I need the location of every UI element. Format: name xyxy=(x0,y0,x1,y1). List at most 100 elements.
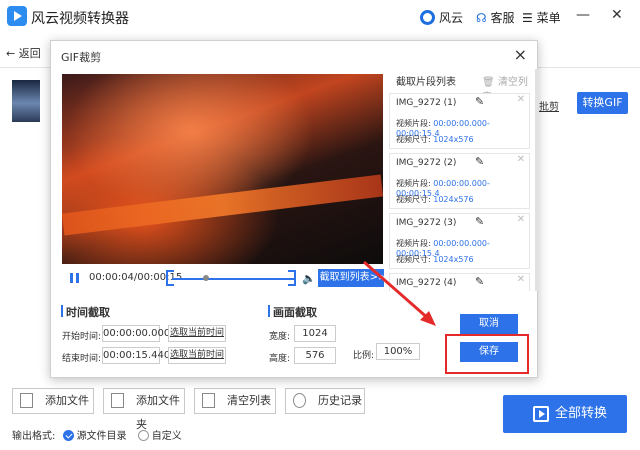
time-section-title: 时间截取 xyxy=(61,305,110,319)
brand-button[interactable]: 风云 xyxy=(420,9,463,26)
clip-segment-label: 视频片段: xyxy=(396,119,431,128)
radio-unchecked-icon xyxy=(137,430,149,441)
option-custom-label: 自定义 xyxy=(151,431,182,442)
app-title: 风云视频转换器 xyxy=(31,11,129,27)
gif-crop-dialog: GIF裁剪 × 00:00:04/00:00:15 🔈 截取到列表>> 截取片段… xyxy=(50,40,538,378)
clip-item[interactable]: IMG_9272 (4) ✎ ✕ xyxy=(389,273,530,291)
video-thumbnail[interactable] xyxy=(12,80,40,122)
seek-fill xyxy=(172,278,294,280)
back-button[interactable]: ← 返回 xyxy=(6,45,41,61)
menu-label: 菜单 xyxy=(536,11,561,25)
convert-gif-button[interactable]: 转换GIF xyxy=(577,92,628,114)
clip-size-value: 1024x576 xyxy=(433,255,474,264)
end-time-label: 结束时间: xyxy=(62,354,102,364)
app-logo-icon xyxy=(7,6,27,26)
volume-icon[interactable]: 🔈 xyxy=(302,272,316,285)
end-time-field[interactable]: 00:00:15.440 xyxy=(102,347,170,364)
start-time-label: 开始时间: xyxy=(62,332,102,342)
back-arrow-icon: ← xyxy=(6,47,16,60)
history-button[interactable]: 历史记录 xyxy=(285,388,365,414)
clip-list-title: 截取片段列表 xyxy=(396,77,456,88)
clock-icon xyxy=(293,393,306,408)
add-file-label: 添加文件 xyxy=(45,394,89,407)
clip-segment-label: 视频片段: xyxy=(396,179,431,188)
trash-icon: 🗑 xyxy=(482,77,495,88)
clip-item[interactable]: IMG_9272 (2) ✎ ✕ 视频片段: 00:00:00.000-00:0… xyxy=(389,153,530,209)
add-folder-icon xyxy=(111,393,124,408)
convert-all-label: 全部转换 xyxy=(555,406,608,421)
player-controls: 00:00:04/00:00:15 🔈 截取到列表>> xyxy=(62,267,388,291)
width-field[interactable]: 1024 xyxy=(294,325,336,342)
radio-checked-icon xyxy=(62,430,74,441)
service-label: 客服 xyxy=(490,11,515,25)
clip-name: IMG_9272 (4) xyxy=(396,278,457,288)
option-source-dir[interactable]: 源文件目录 xyxy=(62,430,127,442)
output-format-label: 输出格式: xyxy=(12,431,56,442)
add-folder-button[interactable]: 添加文件夹 xyxy=(103,388,185,431)
height-field[interactable]: 576 xyxy=(294,347,336,364)
output-format-row: 输出格式: 源文件目录 自定义 xyxy=(12,427,182,442)
brand-circle-icon xyxy=(420,10,435,25)
add-file-icon xyxy=(20,393,33,408)
window-close-button[interactable]: ✕ xyxy=(611,7,623,23)
remove-clip-icon[interactable]: ✕ xyxy=(517,274,525,285)
clip-size-row: 视频尺寸: 1024x576 xyxy=(396,254,474,265)
pick-start-time-button[interactable]: 选取当前时间 xyxy=(168,325,226,342)
clip-size-label: 视频尺寸: xyxy=(396,255,431,264)
cut-link[interactable]: 批剪 xyxy=(539,98,559,113)
seek-thumb[interactable] xyxy=(203,275,210,281)
clip-name: IMG_9272 (2) xyxy=(396,158,457,168)
width-label: 宽度: xyxy=(269,332,291,342)
dialog-title: GIF裁剪 xyxy=(61,51,102,64)
range-end-handle[interactable] xyxy=(288,270,296,286)
clip-size-row: 视频尺寸: 1024x576 xyxy=(396,194,474,205)
remove-clip-icon[interactable]: ✕ xyxy=(517,214,525,225)
remove-clip-icon[interactable]: ✕ xyxy=(517,94,525,105)
save-highlight-box xyxy=(445,334,529,374)
edit-pencil-icon[interactable]: ✎ xyxy=(475,215,484,228)
clear-list-button[interactable]: 清空列表 xyxy=(194,388,276,414)
clip-size-label: 视频尺寸: xyxy=(396,195,431,204)
clip-item[interactable]: IMG_9272 (1) ✎ ✕ 视频片段: 00:00:00.000-00:0… xyxy=(389,93,530,149)
clip-size-label: 视频尺寸: xyxy=(396,135,431,144)
clip-size-value: 1024x576 xyxy=(433,135,474,144)
option-custom[interactable]: 自定义 xyxy=(137,430,182,442)
clip-name: IMG_9272 (1) xyxy=(396,98,457,108)
clip-item[interactable]: IMG_9272 (3) ✎ ✕ 视频片段: 00:00:00.000-00:0… xyxy=(389,213,530,269)
clip-list-panel: 截取片段列表 🗑 清空列表 IMG_9272 (1) ✎ ✕ 视频片段: 00:… xyxy=(384,69,534,291)
play-square-icon xyxy=(533,406,549,422)
menu-icon: ☰ xyxy=(522,11,533,25)
edit-pencil-icon[interactable]: ✎ xyxy=(475,95,484,108)
cut-to-list-button[interactable]: 截取到列表>> xyxy=(318,269,388,287)
option-source-label: 源文件目录 xyxy=(76,431,127,442)
ratio-label: 比例: xyxy=(353,351,375,361)
seek-track[interactable] xyxy=(172,275,294,281)
edit-pencil-icon[interactable]: ✎ xyxy=(475,155,484,168)
video-preview[interactable] xyxy=(62,74,383,264)
clear-list-label: 清空列表 xyxy=(227,394,271,407)
title-bar: 风云视频转换器 风云 ☊ 客服 ☰ 菜单 — ✕ xyxy=(0,0,640,33)
frame-section-title: 画面截取 xyxy=(268,305,317,319)
back-label: 返回 xyxy=(18,47,41,60)
pause-icon[interactable] xyxy=(70,273,79,283)
pick-end-time-button[interactable]: 选取当前时间 xyxy=(168,347,226,364)
headset-icon: ☊ xyxy=(476,11,487,25)
remove-clip-icon[interactable]: ✕ xyxy=(517,154,525,165)
service-button[interactable]: ☊ 客服 xyxy=(476,9,515,26)
clip-size-value: 1024x576 xyxy=(433,195,474,204)
minimize-button[interactable]: — xyxy=(576,7,590,23)
start-time-field[interactable]: 00:00:00.000 xyxy=(102,325,170,342)
trash-icon xyxy=(202,393,215,408)
clip-segment-label: 视频片段: xyxy=(396,239,431,248)
edit-pencil-icon[interactable]: ✎ xyxy=(475,275,484,288)
clip-name: IMG_9272 (3) xyxy=(396,218,457,228)
ratio-field[interactable]: 100% xyxy=(376,343,420,360)
convert-all-button[interactable]: 全部转换 xyxy=(503,395,627,433)
brand-label: 风云 xyxy=(439,11,464,25)
clip-list-scrollbar[interactable] xyxy=(535,69,538,291)
cancel-button[interactable]: 取消 xyxy=(460,314,518,334)
add-file-button[interactable]: 添加文件 xyxy=(12,388,94,414)
history-label: 历史记录 xyxy=(318,394,362,407)
dialog-close-button[interactable]: × xyxy=(514,45,527,64)
menu-button[interactable]: ☰ 菜单 xyxy=(522,9,561,26)
